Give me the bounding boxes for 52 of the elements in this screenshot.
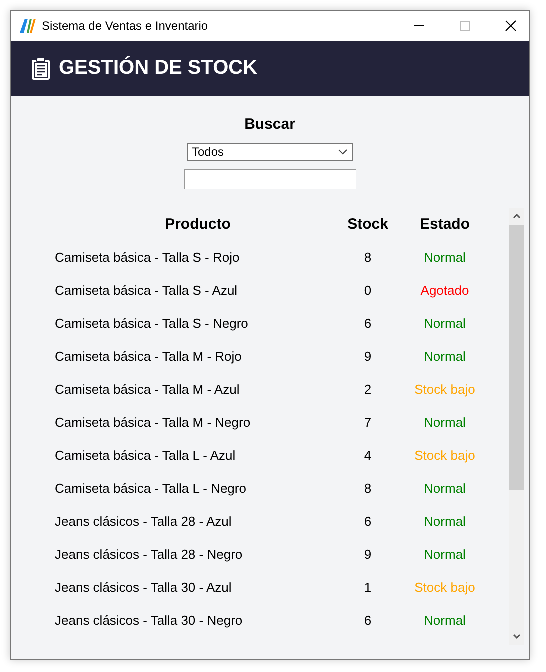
product-cell-text: Camiseta básica - Talla L - Azul bbox=[55, 448, 237, 463]
product-cell-text: Camiseta básica - Talla M - Azul bbox=[55, 382, 241, 397]
status-cell-text: Stock bajo bbox=[414, 580, 476, 595]
product-cell-text: Camiseta básica - Talla S - Rojo bbox=[55, 250, 241, 265]
product-cell-text: Camiseta básica - Talla L - Negro bbox=[55, 481, 248, 496]
stock-cell-text: 0 bbox=[363, 283, 373, 298]
column-header: Producto bbox=[164, 216, 232, 233]
status-cell-text: Stock bajo bbox=[414, 448, 476, 463]
scrollbar[interactable] bbox=[509, 208, 524, 645]
status-cell-text: Normal bbox=[423, 415, 467, 430]
scrollbar-thumb[interactable] bbox=[509, 225, 524, 490]
stock-cell-text: 7 bbox=[363, 415, 373, 430]
status-cell-text: Normal bbox=[423, 481, 467, 496]
product-cell-text: Camiseta básica - Talla M - Negro bbox=[55, 415, 252, 430]
stock-cell-text: 2 bbox=[363, 382, 373, 397]
window-title: Sistema de Ventas e Inventario bbox=[42, 19, 208, 33]
product-cell-text: Jeans clásicos - Talla 28 - Negro bbox=[55, 547, 244, 562]
stock-cell-text: 6 bbox=[363, 316, 373, 331]
status-cell-text: Stock bajo bbox=[414, 382, 476, 397]
status-cell-text: Normal bbox=[423, 547, 467, 562]
product-cell-text: Camiseta básica - Talla S - Azul bbox=[55, 283, 239, 298]
page-title: GESTIÓN DE STOCK bbox=[59, 57, 258, 80]
stock-cell-text: 8 bbox=[363, 250, 373, 265]
product-cell-text: Jeans clásicos - Talla 30 - Negro bbox=[55, 613, 244, 628]
column-header: Estado bbox=[418, 216, 471, 233]
status-cell-text: Normal bbox=[423, 250, 467, 265]
search-field[interactable] bbox=[184, 169, 356, 189]
app-logo-icon bbox=[19, 17, 37, 35]
close-icon[interactable] bbox=[505, 20, 517, 32]
product-cell-text: Camiseta básica - Talla M - Rojo bbox=[55, 349, 243, 364]
status-cell-text: Normal bbox=[423, 349, 467, 364]
scroll-down-icon[interactable] bbox=[512, 634, 520, 639]
clipboard-icon bbox=[31, 56, 51, 80]
product-cell-text: Camiseta básica - Talla S - Negro bbox=[55, 316, 250, 331]
scroll-up-icon[interactable] bbox=[512, 214, 520, 219]
stock-cell-text: 1 bbox=[363, 580, 373, 595]
status-cell-text: Agotado bbox=[420, 283, 470, 298]
stock-cell-text: 6 bbox=[363, 613, 373, 628]
status-cell-text: Normal bbox=[423, 514, 467, 529]
stock-cell-text: 4 bbox=[363, 448, 373, 463]
chevron-down-icon bbox=[338, 149, 348, 155]
search-label: Buscar bbox=[244, 116, 296, 133]
status-cell-text: Normal bbox=[423, 316, 467, 331]
stock-cell-text: 6 bbox=[363, 514, 373, 529]
product-cell-text: Jeans clásicos - Talla 30 - Azul bbox=[55, 580, 233, 595]
filter-dropdown[interactable]: Todos bbox=[187, 143, 353, 161]
product-cell-text: Jeans clásicos - Talla 28 - Azul bbox=[55, 514, 233, 529]
stock-cell-text: 9 bbox=[363, 349, 373, 364]
column-header: Stock bbox=[346, 216, 390, 233]
stock-cell-text: 8 bbox=[363, 481, 373, 496]
stock-cell-text: 9 bbox=[363, 547, 373, 562]
status-cell-text: Normal bbox=[423, 613, 467, 628]
